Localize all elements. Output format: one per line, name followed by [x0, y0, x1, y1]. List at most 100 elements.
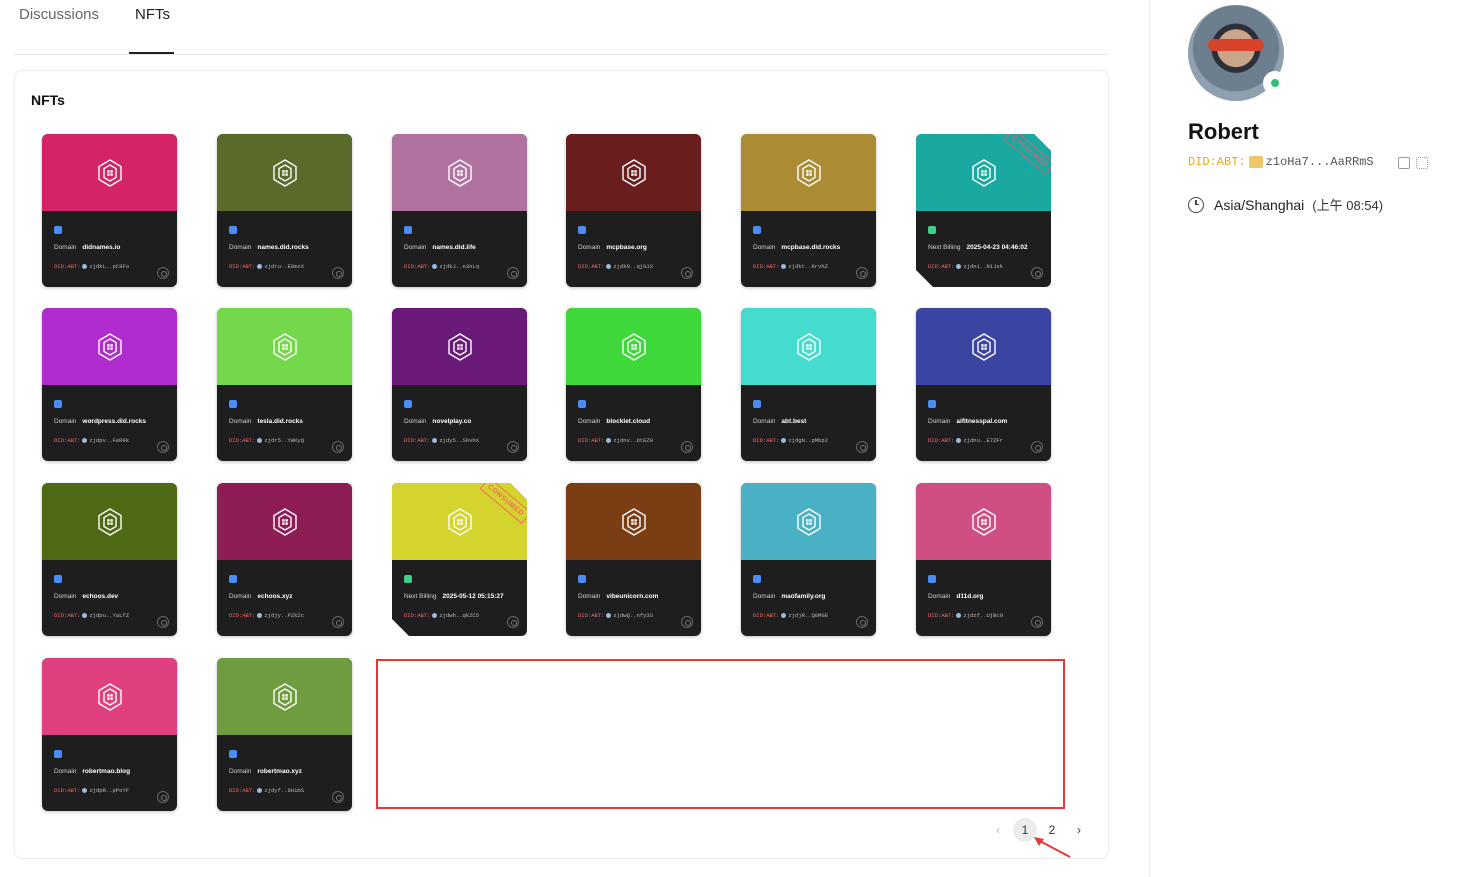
nft-card-info: Domain robertmao.blog DID:ABT: zjdpR..pPoYF [42, 735, 177, 811]
nft-card[interactable]: Domain mcpbase.org DID:ABT: zjdk9..qjG1S [566, 134, 701, 287]
nft-field-value: mcpbase.org [606, 244, 647, 251]
nft-card-art [217, 483, 352, 560]
seal-icon [1031, 616, 1043, 628]
nft-card[interactable]: Domain d11d.org DID:ABT: zjdzf..UjBc9 [916, 483, 1051, 636]
nft-owner-did: DID:ABT: zjdy5..S9vhX [404, 437, 479, 444]
active-tab-indicator [129, 52, 174, 54]
nft-owner-did: DID:ABT: zjdwh..qkZC5 [404, 612, 479, 619]
nft-logo-icon [97, 158, 122, 187]
nft-did-prefix: DID:ABT: [54, 787, 81, 794]
nft-did-address: zjdpu..YaLfZ [89, 612, 130, 619]
nft-field-label: Domain [578, 418, 601, 425]
nft-card[interactable]: Domain maofamily.org DID:ABT: zjdjR..Q8MGE [741, 483, 876, 636]
did-avatar-icon [606, 438, 612, 444]
nft-type-icon [54, 226, 62, 234]
did-avatar-icon [432, 613, 438, 619]
nft-card-field: Domain mcpbase.did.rocks [753, 244, 840, 251]
nft-field-label: Domain [753, 593, 776, 600]
pagination-prev-button[interactable]: ‹ [990, 818, 1006, 842]
nft-owner-did: DID:ABT: zjdkt..KrvhZ [753, 263, 828, 270]
nft-type-icon [404, 400, 412, 408]
qr-code-icon[interactable] [1416, 157, 1428, 169]
nft-logo-icon [97, 332, 122, 361]
nft-field-value: d11d.org [956, 593, 984, 600]
nft-card[interactable]: Domain names.did.rocks DID:ABT: zjdru..E8mx… [217, 134, 352, 287]
user-name: Robert [1188, 119, 1259, 144]
nft-card[interactable]: Domain didnames.io DID:ABT: zjdkL..pC8Fo [42, 134, 177, 287]
nft-card-field: Domain wordpress.did.rocks [54, 418, 146, 425]
nft-logo-icon [621, 332, 646, 361]
nft-field-label: Domain [578, 244, 601, 251]
seal-icon [507, 441, 519, 453]
nft-card[interactable]: Domain robertmao.blog DID:ABT: zjdpR..pPoYF [42, 658, 177, 811]
tab-discussions[interactable]: Discussions [19, 6, 99, 23]
nft-card[interactable]: Domain tesla.did.rocks DID:ABT: zjdr5..YWKy… [217, 308, 352, 461]
seal-icon [1031, 267, 1043, 279]
did-avatar-icon [781, 613, 787, 619]
seal-icon [332, 616, 344, 628]
nft-card[interactable]: Domain abt.best DID:ABT: zjdgN..pMbp2 [741, 308, 876, 461]
nft-card[interactable]: Domain robertmao.xyz DID:ABT: zjdyf..6HimS [217, 658, 352, 811]
nft-type-icon [54, 400, 62, 408]
tab-nfts[interactable]: NFTs [135, 6, 170, 23]
nft-card[interactable]: CONSUMED Next Billing 2025-05-12 05:15:27 D… [392, 483, 527, 636]
nft-field-label: Next Billing [404, 593, 437, 600]
nft-card-field: Domain mcpbase.org [578, 244, 647, 251]
nft-type-icon [229, 226, 237, 234]
did-avatar-icon [82, 788, 88, 794]
nft-card[interactable]: Domain aifitnesspal.com DID:ABT: zjdnu..E7Z… [916, 308, 1051, 461]
nft-field-label: Domain [229, 418, 252, 425]
annotation-arrow [1034, 837, 1071, 858]
did-avatar-icon [257, 613, 263, 619]
did-label: DID:ABT: [1188, 155, 1246, 169]
nft-card[interactable]: Domain echoos.xyz DID:ABT: zjdjy..PZk2c [217, 483, 352, 636]
nft-card-art [916, 483, 1051, 560]
seal-icon [157, 441, 169, 453]
nft-did-prefix: DID:ABT: [578, 263, 605, 270]
nft-logo-icon [447, 332, 472, 361]
nft-field-label: Domain [404, 244, 427, 251]
nft-card[interactable]: Domain names.did.life DID:ABT: zjdkJ..n3nLq [392, 134, 527, 287]
seal-icon [681, 267, 693, 279]
nft-did-address: zjdn1..N1Jsk [963, 263, 1004, 270]
nft-field-value: 2025-04-23 04:46:02 [966, 244, 1028, 251]
nft-card[interactable]: Domain mcpbase.did.rocks DID:ABT: zjdkt..Kr… [741, 134, 876, 287]
seal-icon [157, 616, 169, 628]
nft-field-value: blocklet.cloud [606, 418, 651, 425]
nft-owner-did: DID:ABT: zjdnv..DtEZ9 [578, 437, 653, 444]
nft-field-label: Domain [54, 593, 77, 600]
nft-card[interactable]: Domain echoos.dev DID:ABT: zjdpu..YaLfZ [42, 483, 177, 636]
nft-card-art [741, 134, 876, 211]
nft-did-prefix: DID:ABT: [54, 612, 81, 619]
nft-card-field: Domain names.did.life [404, 244, 476, 251]
nft-card-art [42, 483, 177, 560]
nft-card-info: Domain maofamily.org DID:ABT: zjdjR..Q8MGE [741, 560, 876, 636]
nft-card-info: Domain robertmao.xyz DID:ABT: zjdyf..6HimS [217, 735, 352, 811]
timezone-row: Asia/Shanghai (上午 08:54) [1188, 195, 1383, 214]
seal-icon [332, 791, 344, 803]
nft-field-label: Domain [54, 768, 77, 775]
nft-card-info: Domain novelplay.co DID:ABT: zjdy5..S9vhX [392, 385, 527, 461]
nft-card-info: Domain mcpbase.org DID:ABT: zjdk9..qjG1S [566, 211, 701, 287]
nft-card-info: Domain mcpbase.did.rocks DID:ABT: zjdkt..Kr… [741, 211, 876, 287]
nft-owner-did: DID:ABT: zjdru..E8mxX [229, 263, 304, 270]
nft-card-info: Domain didnames.io DID:ABT: zjdkL..pC8Fo [42, 211, 177, 287]
nft-type-icon [54, 750, 62, 758]
nft-card[interactable]: Domain vibeunicorn.com DID:ABT: zjdwQ..nfy3… [566, 483, 701, 636]
did-avatar-icon [82, 613, 88, 619]
seal-icon [856, 441, 868, 453]
nft-card-field: Domain abt.best [753, 418, 806, 425]
nft-did-address: zjdnu..E7ZFr [963, 437, 1004, 444]
nft-did-prefix: DID:ABT: [54, 437, 81, 444]
nft-card[interactable]: Domain novelplay.co DID:ABT: zjdy5..S9vhX [392, 308, 527, 461]
nft-card[interactable]: Domain blocklet.cloud DID:ABT: zjdnv..DtEZ9 [566, 308, 701, 461]
did-avatar-icon [257, 438, 263, 444]
nft-card-info: Domain echoos.xyz DID:ABT: zjdjy..PZk2c [217, 560, 352, 636]
nft-card[interactable]: CONSUMED Next Billing 2025-04-23 04:46:02 D… [916, 134, 1051, 287]
copy-icon[interactable] [1398, 157, 1410, 169]
did-avatar-icon [606, 264, 612, 270]
nft-card[interactable]: Domain wordpress.did.rocks DID:ABT: zjdpv..… [42, 308, 177, 461]
nft-card-field: Domain vibeunicorn.com [578, 593, 658, 600]
seal-icon [507, 267, 519, 279]
nft-did-address: zjdzf..UjBc9 [963, 612, 1004, 619]
